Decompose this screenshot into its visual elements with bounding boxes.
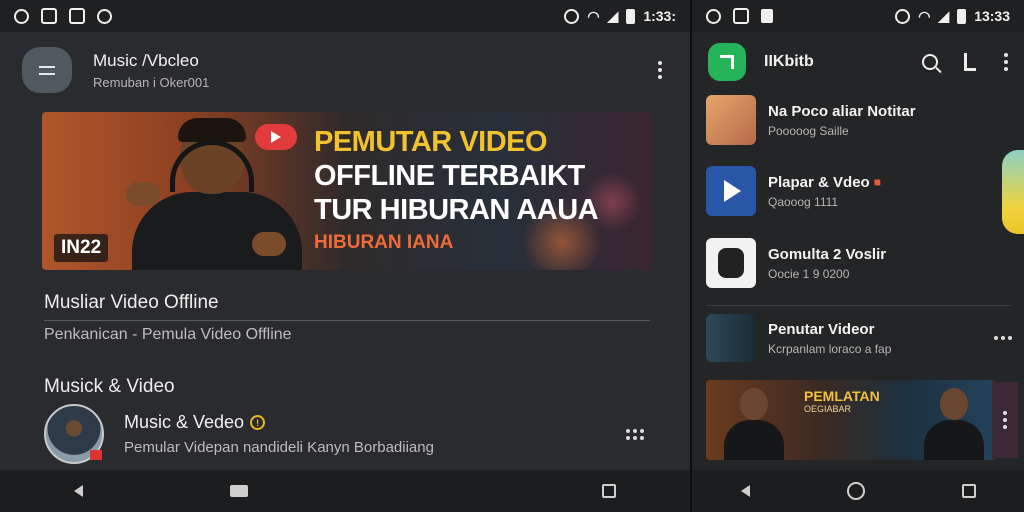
signal-icon: ◢ — [607, 7, 619, 24]
item-more-button[interactable] — [994, 336, 1012, 340]
more-options-button[interactable] — [650, 57, 670, 83]
app-logo-icon[interactable] — [708, 43, 746, 81]
play-logo-icon — [255, 124, 297, 150]
signal-icon: ◢ — [938, 7, 950, 24]
section-subtitle: Penkanican - Pemula Video Offline — [44, 326, 292, 343]
back-icon[interactable] — [740, 485, 750, 497]
banner-subtitle: OEGIABAR — [804, 404, 852, 414]
item-subtitle: Pooooog Saille — [768, 123, 849, 138]
list-item[interactable]: Na Poco aliar Notitar Pooooog Saille — [706, 95, 1024, 145]
banner-line-4: HIBURAN IANA — [314, 232, 454, 253]
battery-icon — [957, 8, 967, 24]
item-thumbnail — [706, 95, 756, 145]
section-heading: Musick & Video — [44, 376, 175, 397]
list-item[interactable]: Penutar Videor Kcrpanlam loraco a fap — [706, 314, 1024, 362]
item-thumbnail — [706, 238, 756, 288]
gallery-icon — [41, 8, 57, 24]
banner-tag: IN22 — [54, 234, 109, 262]
download-icon[interactable] — [964, 53, 976, 71]
recents-icon[interactable] — [602, 484, 617, 498]
item-title: Plapar & Vdeo — [768, 173, 870, 191]
item-subtitle: Oocie 1 9 0200 — [768, 266, 850, 281]
recents-icon[interactable] — [961, 484, 976, 498]
home-icon[interactable] — [229, 485, 248, 497]
left-screen: ◠ ◢ 1:33: Music /Vbcleo Remuban i Oker00… — [0, 0, 690, 512]
section-title: Musliar Video Offline — [44, 292, 219, 313]
app-list-item[interactable]: Music & Vedeo ! Pemular Videpan nandidel… — [44, 402, 654, 466]
notification-icon — [69, 8, 85, 24]
back-icon[interactable] — [73, 485, 83, 497]
menu-button[interactable] — [22, 47, 72, 93]
status-time: 13:33 — [974, 8, 1010, 24]
promo-banner[interactable]: PEMUTAR VIDEO OFFLINE TERBAIKT TUR HIBUR… — [42, 112, 651, 270]
item-title: Penutar Videor — [768, 320, 875, 338]
sync-icon — [14, 8, 29, 24]
search-icon[interactable] — [922, 54, 938, 70]
item-subtitle: Qaooog 1111 — [768, 194, 839, 209]
item-thumbnail — [706, 314, 756, 362]
banner-line-3: TUR HIBURAN AAUA — [314, 194, 599, 226]
battery-icon — [626, 8, 636, 24]
status-bar: ◠ ◢ 1:33: — [0, 0, 690, 32]
list-item[interactable]: Gomulta 2 Voslir Oocie 1 9 0200 — [706, 238, 1024, 288]
nav-bar — [0, 470, 690, 512]
banner-more-button[interactable] — [992, 382, 1018, 458]
alarm-icon — [895, 8, 911, 24]
header-subtitle: Remuban i Oker001 — [93, 74, 210, 90]
notification-icon — [761, 9, 773, 23]
status-bar: ◠ ◢ 13:33 — [692, 0, 1024, 32]
header-title: IIKbitb — [764, 53, 814, 70]
promo-banner[interactable]: PEMLATAN OEGIABAR — [706, 380, 994, 460]
right-screen: ◠ ◢ 13:33 IIKbitb Na Poco aliar Notitar … — [692, 0, 1024, 512]
header-title: Music /Vbcleo — [93, 50, 199, 70]
floating-widget[interactable] — [1002, 150, 1024, 234]
alarm-icon — [564, 8, 580, 24]
gallery-icon — [733, 8, 749, 24]
settings-icon — [97, 8, 112, 24]
item-title: Na Poco aliar Notitar — [768, 102, 916, 120]
list-item[interactable]: Plapar & Vdeo ■ Qaooog 1111 — [706, 166, 1024, 216]
item-subtitle: Kcrpanlam loraco a fap — [768, 341, 892, 356]
banner-line-1: PEMUTAR VIDEO — [314, 126, 548, 158]
verified-icon: ! — [250, 415, 266, 430]
app-header: IIKbitb — [708, 40, 1010, 84]
item-title: Gomulta 2 Voslir — [768, 245, 887, 263]
wifi-icon: ◠ — [587, 7, 600, 24]
app-description: Pemular Videpan nandideli Kanyn Borbadii… — [124, 439, 434, 456]
divider — [706, 305, 1012, 306]
home-icon[interactable] — [846, 482, 865, 500]
banner-line-2: OFFLINE TERBAIKT — [314, 160, 585, 192]
banner-title: PEMLATAN — [804, 388, 880, 404]
app-name: Music & Vedeo — [124, 412, 245, 432]
divider — [44, 320, 650, 321]
status-time: 1:33: — [643, 8, 676, 24]
more-options-button[interactable] — [1002, 49, 1010, 75]
app-header: Music /Vbcleo Remuban i Oker001 — [22, 44, 670, 96]
nav-bar — [692, 470, 1024, 512]
sync-icon — [706, 8, 721, 24]
badge-icon: ■ — [873, 175, 881, 189]
play-thumbnail-icon — [706, 166, 756, 216]
wifi-icon: ◠ — [918, 7, 931, 24]
app-more-button[interactable] — [626, 428, 644, 440]
app-avatar — [44, 404, 104, 464]
